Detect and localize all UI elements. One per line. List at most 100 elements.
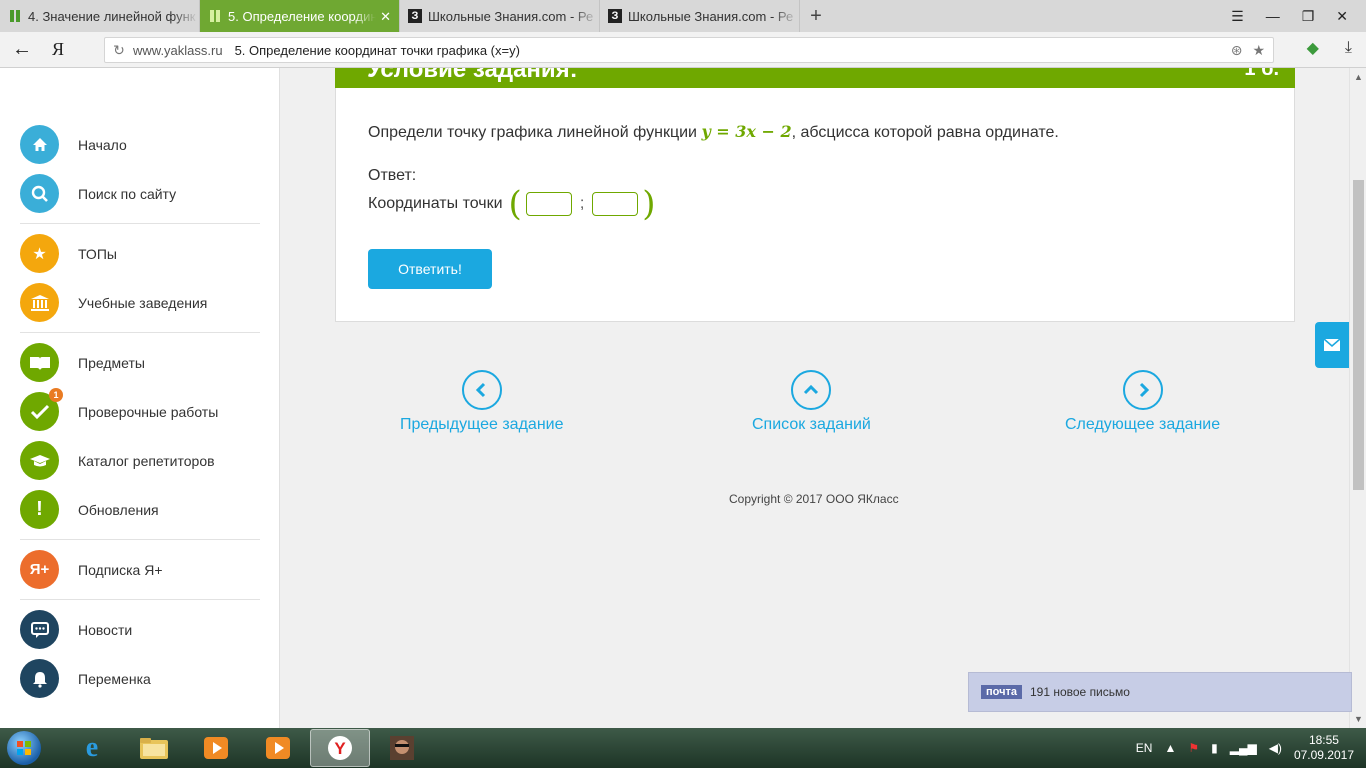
x-coordinate-input[interactable] <box>525 192 572 216</box>
sidebar-item-label: Каталог репетиторов <box>78 452 215 469</box>
sidebar-item-updates[interactable]: ! Обновления <box>20 490 159 529</box>
tab-4[interactable]: З Школьные Знания.com - Ре <box>600 0 800 32</box>
bookmark-star-icon[interactable]: ★ <box>1252 42 1265 59</box>
answer-label: Ответ: <box>368 167 417 184</box>
mail-notification[interactable]: почта 191 новое письмо <box>968 672 1352 712</box>
scroll-down-icon[interactable]: ▼ <box>1350 714 1366 724</box>
next-task-link[interactable]: Следующее задание <box>1065 370 1220 434</box>
taskbar-media-player[interactable] <box>186 729 246 767</box>
minimize-icon[interactable]: — <box>1266 8 1280 24</box>
search-icon <box>20 174 59 213</box>
yandex-logo-icon[interactable]: Я <box>44 39 72 60</box>
sidebar-item-institutions[interactable]: Учебные заведения <box>20 283 207 322</box>
menu-icon[interactable]: ☰ <box>1231 8 1244 25</box>
scroll-up-icon[interactable]: ▲ <box>1350 72 1366 82</box>
language-indicator[interactable]: EN <box>1136 741 1153 755</box>
sidebar-item-subjects[interactable]: Предметы <box>20 343 145 382</box>
tab-title: 5. Определение координ <box>228 8 376 24</box>
scroll-thumb[interactable] <box>1353 180 1364 490</box>
sidebar-item-tutors[interactable]: Каталог репетиторов <box>20 441 215 480</box>
check-icon: 1 <box>20 388 63 431</box>
new-tab-button[interactable]: + <box>800 0 832 32</box>
clock[interactable]: 18:55 07.09.2017 <box>1294 733 1354 763</box>
protect-icon[interactable]: ⊛ <box>1231 42 1243 59</box>
graduation-cap-icon <box>20 441 59 480</box>
feedback-mail-button[interactable] <box>1315 322 1349 368</box>
sidebar-item-home[interactable]: Начало <box>20 125 127 164</box>
task-question: Определи точку графика линейной функции … <box>368 122 1059 142</box>
close-tab-icon[interactable]: ✕ <box>380 9 391 25</box>
taskbar-game[interactable] <box>372 729 432 767</box>
restore-icon[interactable]: ❐ <box>1302 8 1315 25</box>
mail-tag: почта <box>981 685 1022 699</box>
page-scrollbar[interactable]: ▲ ▼ <box>1349 68 1366 728</box>
sidebar-item-label: Учебные заведения <box>78 294 208 311</box>
network-signal-icon[interactable]: ▂▄▆ <box>1230 741 1257 755</box>
task-header-title: Условие задания: <box>367 68 578 83</box>
url-input[interactable]: ↻ www.yaklass.ru 5. Определение координа… <box>104 37 1274 63</box>
sidebar-item-tests[interactable]: 1 Проверочные работы <box>20 388 218 431</box>
next-task-label: Следующее задание <box>1065 416 1221 433</box>
yaklass-favicon-icon <box>8 9 22 23</box>
sidebar-item-subscription[interactable]: Я+ Подписка Я+ <box>20 550 163 589</box>
chevron-right-icon <box>1122 370 1163 410</box>
tray-expand-icon[interactable]: ▲ <box>1164 741 1176 755</box>
chevron-up-icon <box>791 370 832 410</box>
task-list-label: Список заданий <box>752 416 871 433</box>
sidebar-item-label: Подписка Я+ <box>78 561 163 578</box>
media-player-icon <box>204 737 228 759</box>
sidebar-divider <box>20 332 260 333</box>
tab-3[interactable]: З Школьные Знания.com - Ре <box>400 0 600 32</box>
url-domain: www.yaklass.ru <box>133 42 223 58</box>
close-window-icon[interactable]: ✕ <box>1336 8 1348 25</box>
sidebar-item-search[interactable]: Поиск по сайту <box>20 174 176 213</box>
chevron-left-icon <box>461 370 502 410</box>
tab-title: 4. Значение линейной функ <box>28 8 196 24</box>
yandex-browser-icon: Y <box>328 736 352 760</box>
taskbar-explorer[interactable] <box>124 729 184 767</box>
formula: y = 3x − 2 <box>701 122 792 141</box>
prev-task-link[interactable]: Предыдущее задание <box>400 370 563 434</box>
task-list-link[interactable]: Список заданий <box>752 370 871 434</box>
notification-badge: 1 <box>49 388 63 402</box>
sidebar-item-tops[interactable]: ★ ТОПы <box>20 234 117 273</box>
sidebar-item-label: Предметы <box>78 354 145 371</box>
battery-icon[interactable]: ▮ <box>1211 741 1218 755</box>
flag-icon[interactable]: ⚑ <box>1188 741 1199 755</box>
question-text-end: , абсцисса которой равна ординате. <box>791 124 1059 141</box>
task-points: 1 б. <box>1244 68 1279 80</box>
start-button[interactable] <box>0 728 48 768</box>
tab-1[interactable]: 4. Значение линейной функ <box>0 0 200 32</box>
sidebar-divider <box>20 599 260 600</box>
volume-icon[interactable]: ◀) <box>1269 741 1282 755</box>
media-player-icon <box>266 737 290 759</box>
internet-explorer-icon: e <box>85 732 99 763</box>
folder-icon <box>140 738 168 759</box>
open-paren: ( <box>508 184 522 224</box>
download-icon[interactable]: ⤓ <box>1345 39 1352 57</box>
coordinates-label: Координаты точки <box>368 195 503 212</box>
sidebar-divider <box>20 223 260 224</box>
exclamation-icon: ! <box>20 490 59 529</box>
sidebar-item-break[interactable]: Переменка <box>20 659 151 698</box>
address-bar: ← Я ↻ www.yaklass.ru 5. Определение коор… <box>0 32 1366 68</box>
znanija-favicon-icon: З <box>608 9 622 23</box>
reload-icon[interactable]: ↻ <box>105 42 133 59</box>
url-page-title: 5. Определение координат точки графика (… <box>234 42 520 58</box>
sidebar-item-label: ТОПы <box>78 245 117 262</box>
coordinates-row: Координаты точки ( ; ) <box>368 184 660 224</box>
taskbar-media-player-2[interactable] <box>248 729 308 767</box>
extension-icon[interactable]: ◆ <box>1307 38 1319 58</box>
question-text: Определи точку графика линейной функции <box>368 124 702 141</box>
submit-answer-button[interactable]: Ответить! <box>368 249 492 289</box>
back-arrow-icon[interactable]: ← <box>0 38 44 61</box>
chat-icon <box>20 610 59 649</box>
sidebar-item-news[interactable]: Новости <box>20 610 132 649</box>
taskbar-internet-explorer[interactable]: e <box>62 729 122 767</box>
clock-date: 07.09.2017 <box>1293 748 1354 762</box>
y-coordinate-input[interactable] <box>592 192 639 216</box>
sidebar-item-label: Начало <box>78 136 127 153</box>
system-tray: EN ▲ ⚑ ▮ ▂▄▆ ◀) 18:55 07.09.2017 <box>1136 733 1366 763</box>
taskbar-yandex-browser[interactable]: Y <box>310 729 370 767</box>
tab-2-active[interactable]: 5. Определение координ ✕ <box>200 0 400 32</box>
